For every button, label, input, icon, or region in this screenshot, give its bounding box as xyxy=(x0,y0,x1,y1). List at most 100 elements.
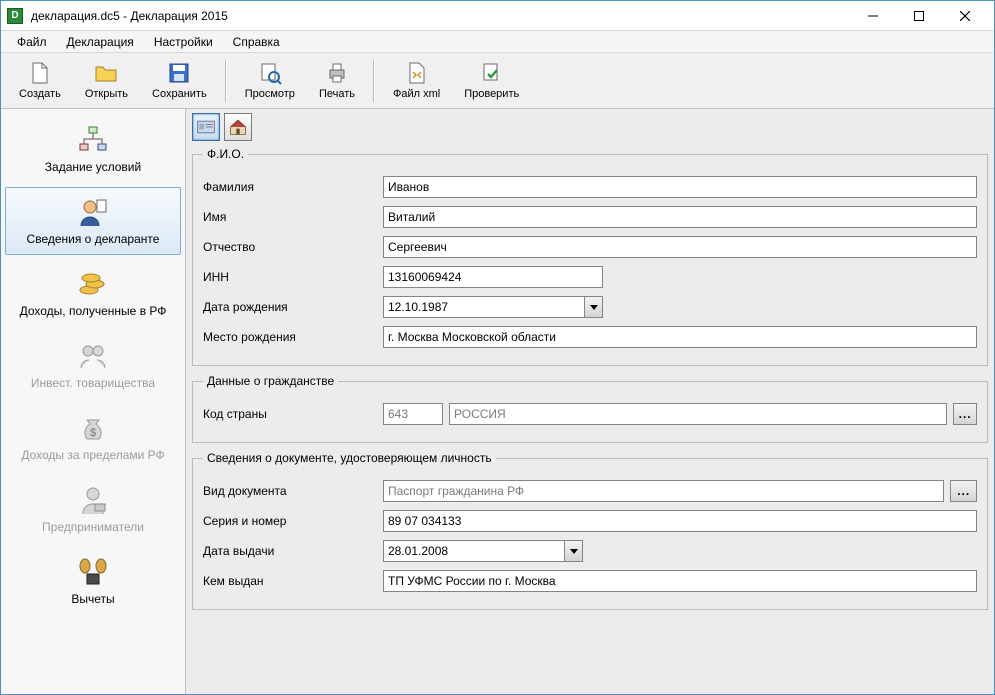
sidebar-label-invest: Инвест. товарищества xyxy=(31,376,155,390)
label-doc-kind: Вид документа xyxy=(203,484,383,498)
folder-open-icon xyxy=(94,61,118,85)
input-doc-serial[interactable] xyxy=(383,510,977,532)
xml-file-icon xyxy=(405,61,429,85)
menu-declaration[interactable]: Декларация xyxy=(59,33,142,51)
save-button[interactable]: Сохранить xyxy=(140,59,219,102)
invest-icon xyxy=(77,340,109,372)
preview-button[interactable]: Просмотр xyxy=(233,59,307,102)
dropdown-birth-date[interactable] xyxy=(584,297,602,317)
title-bar: D декларация.dc5 - Декларация 2015 xyxy=(1,1,994,31)
dropdown-doc-date[interactable] xyxy=(564,541,582,561)
fieldset-citizenship: Данные о гражданстве Код страны xyxy=(192,374,988,443)
input-last-name[interactable] xyxy=(383,176,977,198)
money-bag-icon: $ xyxy=(77,412,109,444)
label-first-name: Имя xyxy=(203,210,383,224)
lookup-doc-kind[interactable] xyxy=(950,480,977,502)
label-last-name: Фамилия xyxy=(203,180,383,194)
label-country-code: Код страны xyxy=(203,407,383,421)
label-birth-date: Дата рождения xyxy=(203,300,383,314)
lookup-country[interactable] xyxy=(953,403,977,425)
legend-iddoc: Сведения о документе, удостоверяющем лич… xyxy=(203,451,496,465)
house-icon xyxy=(228,117,248,137)
input-doc-issued[interactable] xyxy=(383,570,977,592)
close-button[interactable] xyxy=(942,1,988,31)
deductions-icon xyxy=(77,556,109,588)
sidebar-item-invest[interactable]: Инвест. товарищества xyxy=(5,331,181,399)
app-window: D декларация.dc5 - Декларация 2015 Файл … xyxy=(0,0,995,695)
subtabs xyxy=(192,113,988,141)
open-button[interactable]: Открыть xyxy=(73,59,140,102)
filexml-button[interactable]: Файл xml xyxy=(381,59,452,102)
sidebar-item-deductions[interactable]: Вычеты xyxy=(5,547,181,615)
filexml-label: Файл xml xyxy=(393,88,440,100)
tab-address[interactable] xyxy=(224,113,252,141)
save-icon xyxy=(167,61,191,85)
window-controls xyxy=(850,1,988,31)
input-first-name[interactable] xyxy=(383,206,977,228)
new-file-icon xyxy=(28,61,52,85)
coins-icon xyxy=(77,268,109,300)
minimize-icon xyxy=(868,11,878,21)
entrepreneur-icon xyxy=(77,484,109,516)
print-button[interactable]: Печать xyxy=(307,59,367,102)
print-label: Печать xyxy=(319,88,355,100)
sidebar-item-entrepreneur[interactable]: Предприниматели xyxy=(5,475,181,543)
input-country-code xyxy=(383,403,443,425)
input-birth-date[interactable] xyxy=(384,297,584,317)
preview-label: Просмотр xyxy=(245,88,295,100)
sidebar-label-declarant: Сведения о декларанте xyxy=(27,232,160,246)
create-button[interactable]: Создать xyxy=(7,59,73,102)
svg-text:$: $ xyxy=(90,427,96,439)
toolbar: Создать Открыть Сохранить Просмотр Печат… xyxy=(1,53,994,109)
label-birth-place: Место рождения xyxy=(203,330,383,344)
preview-icon xyxy=(258,61,282,85)
check-button[interactable]: Проверить xyxy=(452,59,531,102)
input-inn[interactable] xyxy=(383,266,603,288)
check-label: Проверить xyxy=(464,88,519,100)
sidebar-label-income-rf: Доходы, полученные в РФ xyxy=(20,304,167,318)
sidebar-item-conditions[interactable]: Задание условий xyxy=(5,115,181,183)
toolbar-separator-2 xyxy=(373,60,375,102)
conditions-icon xyxy=(77,124,109,156)
maximize-icon xyxy=(914,11,924,21)
content-area: Задание условий Сведения о декларанте До… xyxy=(1,109,994,694)
input-patronymic[interactable] xyxy=(383,236,977,258)
legend-fio: Ф.И.О. xyxy=(203,147,248,161)
sidebar-item-declarant[interactable]: Сведения о декларанте xyxy=(5,187,181,255)
fieldset-fio: Ф.И.О. Фамилия Имя Отчество ИНН Дата рож… xyxy=(192,147,988,366)
main-panel: Ф.И.О. Фамилия Имя Отчество ИНН Дата рож… xyxy=(186,109,994,694)
window-title: декларация.dc5 - Декларация 2015 xyxy=(31,9,850,23)
maximize-button[interactable] xyxy=(896,1,942,31)
menu-settings[interactable]: Настройки xyxy=(146,33,221,51)
label-inn: ИНН xyxy=(203,270,383,284)
open-label: Открыть xyxy=(85,88,128,100)
sidebar-label-entrepreneur: Предприниматели xyxy=(42,520,144,534)
app-icon: D xyxy=(7,8,23,24)
menu-help[interactable]: Справка xyxy=(225,33,288,51)
label-doc-serial: Серия и номер xyxy=(203,514,383,528)
create-label: Создать xyxy=(19,88,61,100)
sidebar-item-income-rf[interactable]: Доходы, полученные в РФ xyxy=(5,259,181,327)
card-icon xyxy=(196,117,216,137)
person-icon xyxy=(77,196,109,228)
combo-birth-date[interactable] xyxy=(383,296,603,318)
sidebar-item-income-abroad[interactable]: $ Доходы за пределами РФ xyxy=(5,403,181,471)
combo-doc-date[interactable] xyxy=(383,540,583,562)
legend-citizenship: Данные о гражданстве xyxy=(203,374,338,388)
input-doc-date[interactable] xyxy=(384,541,564,561)
sidebar-label-conditions: Задание условий xyxy=(45,160,141,174)
sidebar-label-deductions: Вычеты xyxy=(71,592,114,606)
save-label: Сохранить xyxy=(152,88,207,100)
menu-bar: Файл Декларация Настройки Справка xyxy=(1,31,994,53)
input-doc-kind xyxy=(383,480,944,502)
close-icon xyxy=(960,11,970,21)
label-doc-date: Дата выдачи xyxy=(203,544,383,558)
input-birth-place[interactable] xyxy=(383,326,977,348)
tab-personal-info[interactable] xyxy=(192,113,220,141)
menu-file[interactable]: Файл xyxy=(9,33,55,51)
fieldset-iddoc: Сведения о документе, удостоверяющем лич… xyxy=(192,451,988,610)
sidebar-label-income-abroad: Доходы за пределами РФ xyxy=(21,448,164,462)
label-patronymic: Отчество xyxy=(203,240,383,254)
check-icon xyxy=(480,61,504,85)
minimize-button[interactable] xyxy=(850,1,896,31)
